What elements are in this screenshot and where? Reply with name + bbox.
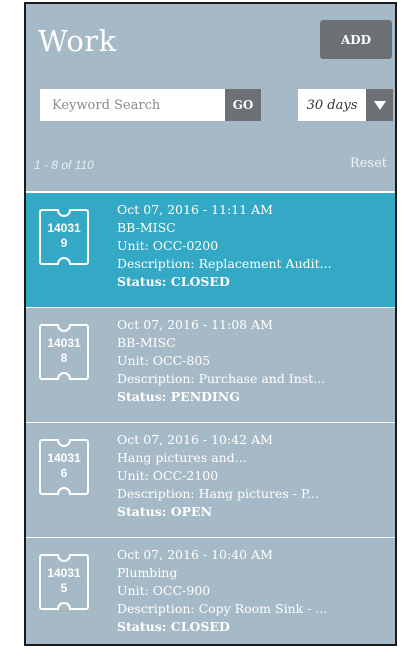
work-panel: Work ADD GO 30 days 1 - 8 of 110 Reset 1…	[24, 2, 397, 646]
ticket-number-line2: 5	[60, 581, 68, 595]
ticket-icon: 14031 8	[38, 322, 90, 382]
ticket-number-line2: 8	[60, 351, 68, 365]
work-order-title: Plumbing	[117, 565, 178, 580]
work-order-list: 14031 9 Oct 07, 2016 - 11:11 AM BB-MISC …	[26, 191, 395, 644]
work-order-card[interactable]: 14031 6 Oct 07, 2016 - 10:42 AM Hang pic…	[26, 423, 395, 538]
work-order-datetime: Oct 07, 2016 - 10:42 AM	[117, 432, 273, 447]
work-order-datetime: Oct 07, 2016 - 11:11 AM	[117, 202, 273, 217]
work-order-status: Status: OPEN	[117, 504, 213, 519]
ticket-icon: 14031 5	[38, 552, 90, 612]
work-order-info: Oct 07, 2016 - 10:40 AM Plumbing Unit: O…	[117, 546, 389, 636]
work-order-unit: Unit: OCC-805	[117, 353, 211, 368]
results-meta: 1 - 8 of 110 Reset	[26, 134, 395, 191]
work-order-description: Description: Replacement Audit...	[117, 256, 332, 271]
ticket-number-line2: 6	[60, 466, 68, 480]
keyword-search-input[interactable]	[40, 89, 225, 121]
work-order-title: BB-MISC	[117, 220, 176, 235]
work-order-status: Status: CLOSED	[117, 619, 230, 634]
work-order-unit: Unit: OCC-900	[117, 583, 211, 598]
ticket-icon: 14031 9	[38, 207, 90, 267]
work-order-title: Hang pictures and...	[117, 450, 247, 465]
work-order-description: Description: Copy Room Sink - ...	[117, 601, 328, 616]
ticket-number: 14031 6	[38, 451, 90, 481]
work-order-info: Oct 07, 2016 - 11:08 AM BB-MISC Unit: OC…	[117, 316, 389, 406]
ticket-number-line1: 14031	[47, 566, 81, 580]
work-order-unit: Unit: OCC-2100	[117, 468, 219, 483]
ticket-number-line1: 14031	[47, 221, 81, 235]
work-order-card[interactable]: 14031 8 Oct 07, 2016 - 11:08 AM BB-MISC …	[26, 308, 395, 423]
work-order-datetime: Oct 07, 2016 - 11:08 AM	[117, 317, 273, 332]
work-order-status: Status: CLOSED	[117, 274, 230, 289]
work-order-description: Description: Hang pictures - P...	[117, 486, 319, 501]
work-order-title: BB-MISC	[117, 335, 176, 350]
dropdown-arrow-icon	[366, 89, 393, 121]
work-order-description: Description: Purchase and Inst...	[117, 371, 326, 386]
work-order-card[interactable]: 14031 5 Oct 07, 2016 - 10:40 AM Plumbing…	[26, 538, 395, 644]
results-count: 1 - 8 of 110	[34, 158, 94, 172]
ticket-number-line1: 14031	[47, 451, 81, 465]
page-title: Work	[38, 24, 117, 58]
ticket-number: 14031 9	[38, 221, 90, 251]
add-button[interactable]: ADD	[320, 20, 392, 59]
work-order-datetime: Oct 07, 2016 - 10:40 AM	[117, 547, 273, 562]
go-button[interactable]: GO	[225, 89, 261, 121]
date-range-select[interactable]: 30 days	[298, 89, 393, 121]
ticket-number: 14031 8	[38, 336, 90, 366]
date-range-value: 30 days	[306, 97, 358, 113]
work-order-info: Oct 07, 2016 - 10:42 AM Hang pictures an…	[117, 431, 389, 521]
ticket-number: 14031 5	[38, 566, 90, 596]
ticket-number-line2: 9	[60, 236, 68, 250]
search-bar: GO 30 days	[26, 74, 395, 134]
ticket-icon: 14031 6	[38, 437, 90, 497]
work-order-card[interactable]: 14031 9 Oct 07, 2016 - 11:11 AM BB-MISC …	[26, 193, 395, 308]
reset-link[interactable]: Reset	[350, 156, 387, 171]
header: Work ADD	[26, 4, 395, 74]
work-order-status: Status: PENDING	[117, 389, 240, 404]
work-order-info: Oct 07, 2016 - 11:11 AM BB-MISC Unit: OC…	[117, 201, 389, 291]
work-order-unit: Unit: OCC-0200	[117, 238, 219, 253]
ticket-number-line1: 14031	[47, 336, 81, 350]
